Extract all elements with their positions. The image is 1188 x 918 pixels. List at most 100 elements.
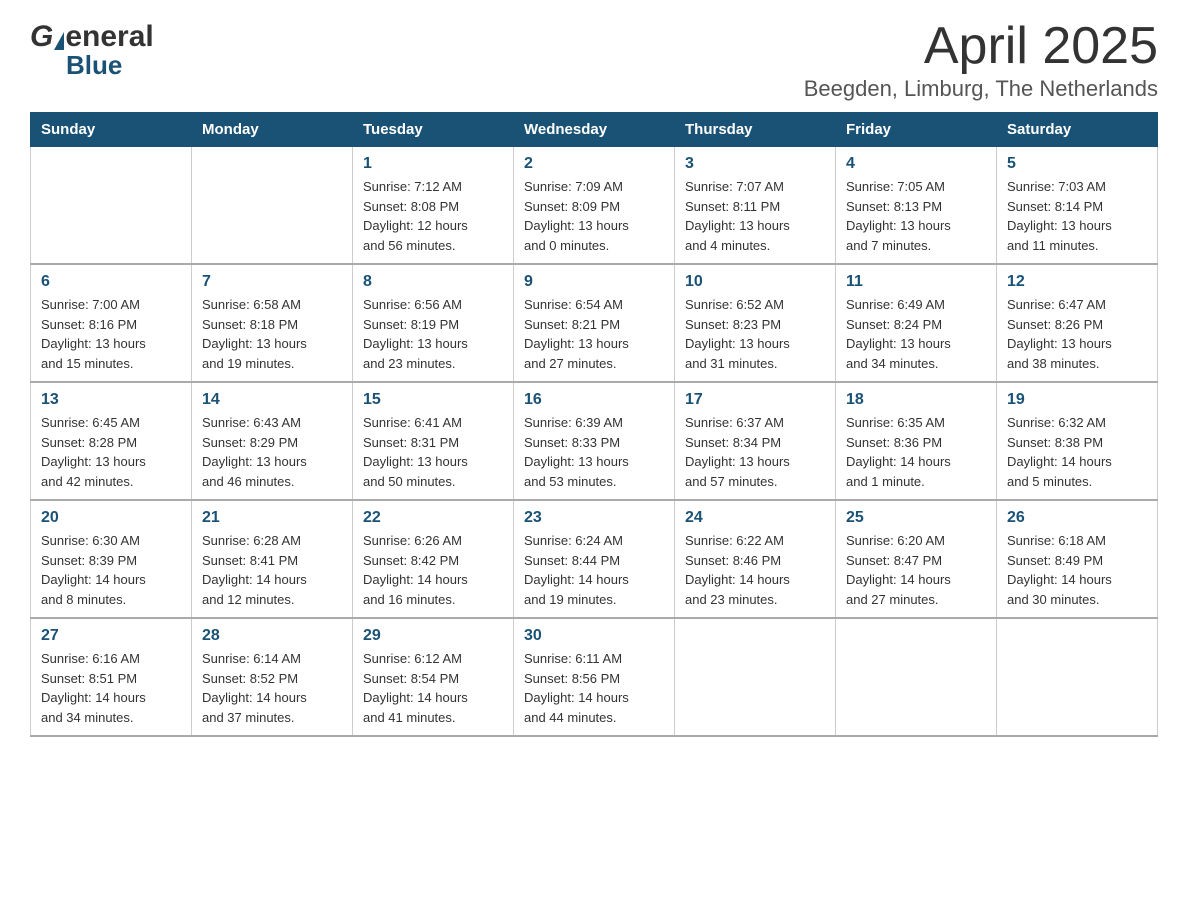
day-info: Sunrise: 6:14 AM Sunset: 8:52 PM Dayligh…	[202, 649, 342, 727]
calendar-cell: 21 Sunrise: 6:28 AM Sunset: 8:41 PM Dayli…	[192, 500, 353, 618]
logo-g: G	[30, 20, 53, 54]
calendar-cell: 5 Sunrise: 7:03 AM Sunset: 8:14 PM Daylig…	[997, 147, 1158, 265]
calendar-cell: 10Sunrise: 6:52 AM Sunset: 8:23 PM Dayli…	[675, 264, 836, 382]
day-number: 28	[202, 627, 342, 645]
calendar-cell: 30 Sunrise: 6:11 AM Sunset: 8:56 PM Dayli…	[514, 618, 675, 736]
calendar-cell: 4Sunrise: 7:05 AM Sunset: 8:13 PM Daylig…	[836, 147, 997, 265]
calendar-cell: 26Sunrise: 6:18 AM Sunset: 8:49 PM Dayli…	[997, 500, 1158, 618]
calendar-cell: 24 Sunrise: 6:22 AM Sunset: 8:46 PM Dayli…	[675, 500, 836, 618]
day-info: Sunrise: 6:49 AM Sunset: 8:24 PM Dayligh…	[846, 295, 986, 373]
calendar-cell: 6 Sunrise: 7:00 AM Sunset: 8:16 PM Daylig…	[31, 264, 192, 382]
calendar-cell: 3 Sunrise: 7:07 AM Sunset: 8:11 PM Daylig…	[675, 147, 836, 265]
day-info: Sunrise: 7:03 AM Sunset: 8:14 PM Dayligh…	[1007, 177, 1147, 255]
day-info: Sunrise: 6:37 AM Sunset: 8:34 PM Dayligh…	[685, 413, 825, 491]
calendar-cell: 18Sunrise: 6:35 AM Sunset: 8:36 PM Dayli…	[836, 382, 997, 500]
logo-triangle-icon	[54, 32, 64, 50]
day-number: 7	[202, 273, 342, 291]
calendar-cell: 29 Sunrise: 6:12 AM Sunset: 8:54 PM Dayli…	[353, 618, 514, 736]
day-info: Sunrise: 6:18 AM Sunset: 8:49 PM Dayligh…	[1007, 531, 1147, 609]
day-number: 22	[363, 509, 503, 527]
calendar-cell: 22 Sunrise: 6:26 AM Sunset: 8:42 PM Dayli…	[353, 500, 514, 618]
calendar-cell: 20 Sunrise: 6:30 AM Sunset: 8:39 PM Dayli…	[31, 500, 192, 618]
day-number: 24	[685, 509, 825, 527]
day-info: Sunrise: 6:28 AM Sunset: 8:41 PM Dayligh…	[202, 531, 342, 609]
day-number: 8	[363, 273, 503, 291]
day-info: Sunrise: 6:52 AM Sunset: 8:23 PM Dayligh…	[685, 295, 825, 373]
calendar-week-row: 13 Sunrise: 6:45 AM Sunset: 8:28 PM Dayli…	[31, 382, 1158, 500]
calendar-cell: 2Sunrise: 7:09 AM Sunset: 8:09 PM Daylig…	[514, 147, 675, 265]
calendar-cell: 9 Sunrise: 6:54 AM Sunset: 8:21 PM Daylig…	[514, 264, 675, 382]
day-info: Sunrise: 6:54 AM Sunset: 8:21 PM Dayligh…	[524, 295, 664, 373]
day-info: Sunrise: 6:45 AM Sunset: 8:28 PM Dayligh…	[41, 413, 181, 491]
calendar-cell: 15Sunrise: 6:41 AM Sunset: 8:31 PM Dayli…	[353, 382, 514, 500]
calendar-cell: 1Sunrise: 7:12 AM Sunset: 8:08 PM Daylig…	[353, 147, 514, 265]
day-number: 20	[41, 509, 181, 527]
day-number: 5	[1007, 155, 1147, 173]
day-number: 29	[363, 627, 503, 645]
calendar-week-row: 1Sunrise: 7:12 AM Sunset: 8:08 PM Daylig…	[31, 147, 1158, 265]
calendar-cell: 13 Sunrise: 6:45 AM Sunset: 8:28 PM Dayli…	[31, 382, 192, 500]
calendar-cell: 11 Sunrise: 6:49 AM Sunset: 8:24 PM Dayli…	[836, 264, 997, 382]
title-section: April 2025 Beegden, Limburg, The Netherl…	[804, 20, 1158, 102]
calendar-cell: 7Sunrise: 6:58 AM Sunset: 8:18 PM Daylig…	[192, 264, 353, 382]
day-info: Sunrise: 6:26 AM Sunset: 8:42 PM Dayligh…	[363, 531, 503, 609]
day-info: Sunrise: 6:39 AM Sunset: 8:33 PM Dayligh…	[524, 413, 664, 491]
day-number: 15	[363, 391, 503, 409]
month-title: April 2025	[804, 20, 1158, 72]
calendar-cell	[836, 618, 997, 736]
day-number: 6	[41, 273, 181, 291]
day-info: Sunrise: 6:16 AM Sunset: 8:51 PM Dayligh…	[41, 649, 181, 727]
calendar-cell	[192, 147, 353, 265]
calendar-cell: 28 Sunrise: 6:14 AM Sunset: 8:52 PM Dayli…	[192, 618, 353, 736]
day-info: Sunrise: 6:24 AM Sunset: 8:44 PM Dayligh…	[524, 531, 664, 609]
calendar-header-thursday: Thursday	[675, 113, 836, 147]
location-title: Beegden, Limburg, The Netherlands	[804, 76, 1158, 102]
day-number: 18	[846, 391, 986, 409]
calendar-week-row: 20 Sunrise: 6:30 AM Sunset: 8:39 PM Dayli…	[31, 500, 1158, 618]
calendar-cell: 8 Sunrise: 6:56 AM Sunset: 8:19 PM Daylig…	[353, 264, 514, 382]
calendar-cell: 27 Sunrise: 6:16 AM Sunset: 8:51 PM Dayli…	[31, 618, 192, 736]
day-number: 27	[41, 627, 181, 645]
day-info: Sunrise: 6:56 AM Sunset: 8:19 PM Dayligh…	[363, 295, 503, 373]
day-number: 9	[524, 273, 664, 291]
calendar-cell: 16 Sunrise: 6:39 AM Sunset: 8:33 PM Dayli…	[514, 382, 675, 500]
calendar-week-row: 27 Sunrise: 6:16 AM Sunset: 8:51 PM Dayli…	[31, 618, 1158, 736]
calendar-header-row: SundayMondayTuesdayWednesdayThursdayFrid…	[31, 113, 1158, 147]
day-info: Sunrise: 6:12 AM Sunset: 8:54 PM Dayligh…	[363, 649, 503, 727]
day-info: Sunrise: 7:00 AM Sunset: 8:16 PM Dayligh…	[41, 295, 181, 373]
day-number: 30	[524, 627, 664, 645]
day-number: 11	[846, 273, 986, 291]
calendar-header-monday: Monday	[192, 113, 353, 147]
day-number: 21	[202, 509, 342, 527]
day-info: Sunrise: 6:30 AM Sunset: 8:39 PM Dayligh…	[41, 531, 181, 609]
calendar-cell: 17 Sunrise: 6:37 AM Sunset: 8:34 PM Dayli…	[675, 382, 836, 500]
day-number: 19	[1007, 391, 1147, 409]
logo-eneral: eneral	[65, 20, 153, 54]
day-number: 12	[1007, 273, 1147, 291]
day-info: Sunrise: 6:22 AM Sunset: 8:46 PM Dayligh…	[685, 531, 825, 609]
calendar-cell: 25Sunrise: 6:20 AM Sunset: 8:47 PM Dayli…	[836, 500, 997, 618]
calendar-cell: 14Sunrise: 6:43 AM Sunset: 8:29 PM Dayli…	[192, 382, 353, 500]
calendar-header-wednesday: Wednesday	[514, 113, 675, 147]
logo-blue-text: Blue	[66, 50, 122, 80]
page-header: G eneral Blue April 2025 Beegden, Limbur…	[30, 20, 1158, 102]
calendar-header-friday: Friday	[836, 113, 997, 147]
calendar-header-saturday: Saturday	[997, 113, 1158, 147]
day-info: Sunrise: 7:07 AM Sunset: 8:11 PM Dayligh…	[685, 177, 825, 255]
calendar-header-sunday: Sunday	[31, 113, 192, 147]
day-number: 3	[685, 155, 825, 173]
day-number: 17	[685, 391, 825, 409]
day-info: Sunrise: 7:09 AM Sunset: 8:09 PM Dayligh…	[524, 177, 664, 255]
day-info: Sunrise: 6:11 AM Sunset: 8:56 PM Dayligh…	[524, 649, 664, 727]
day-info: Sunrise: 6:32 AM Sunset: 8:38 PM Dayligh…	[1007, 413, 1147, 491]
calendar-header-tuesday: Tuesday	[353, 113, 514, 147]
calendar-table: SundayMondayTuesdayWednesdayThursdayFrid…	[30, 112, 1158, 737]
calendar-week-row: 6 Sunrise: 7:00 AM Sunset: 8:16 PM Daylig…	[31, 264, 1158, 382]
logo: G eneral Blue	[30, 20, 154, 81]
calendar-cell: 23Sunrise: 6:24 AM Sunset: 8:44 PM Dayli…	[514, 500, 675, 618]
calendar-cell	[31, 147, 192, 265]
day-number: 13	[41, 391, 181, 409]
day-number: 14	[202, 391, 342, 409]
day-info: Sunrise: 6:20 AM Sunset: 8:47 PM Dayligh…	[846, 531, 986, 609]
day-number: 16	[524, 391, 664, 409]
